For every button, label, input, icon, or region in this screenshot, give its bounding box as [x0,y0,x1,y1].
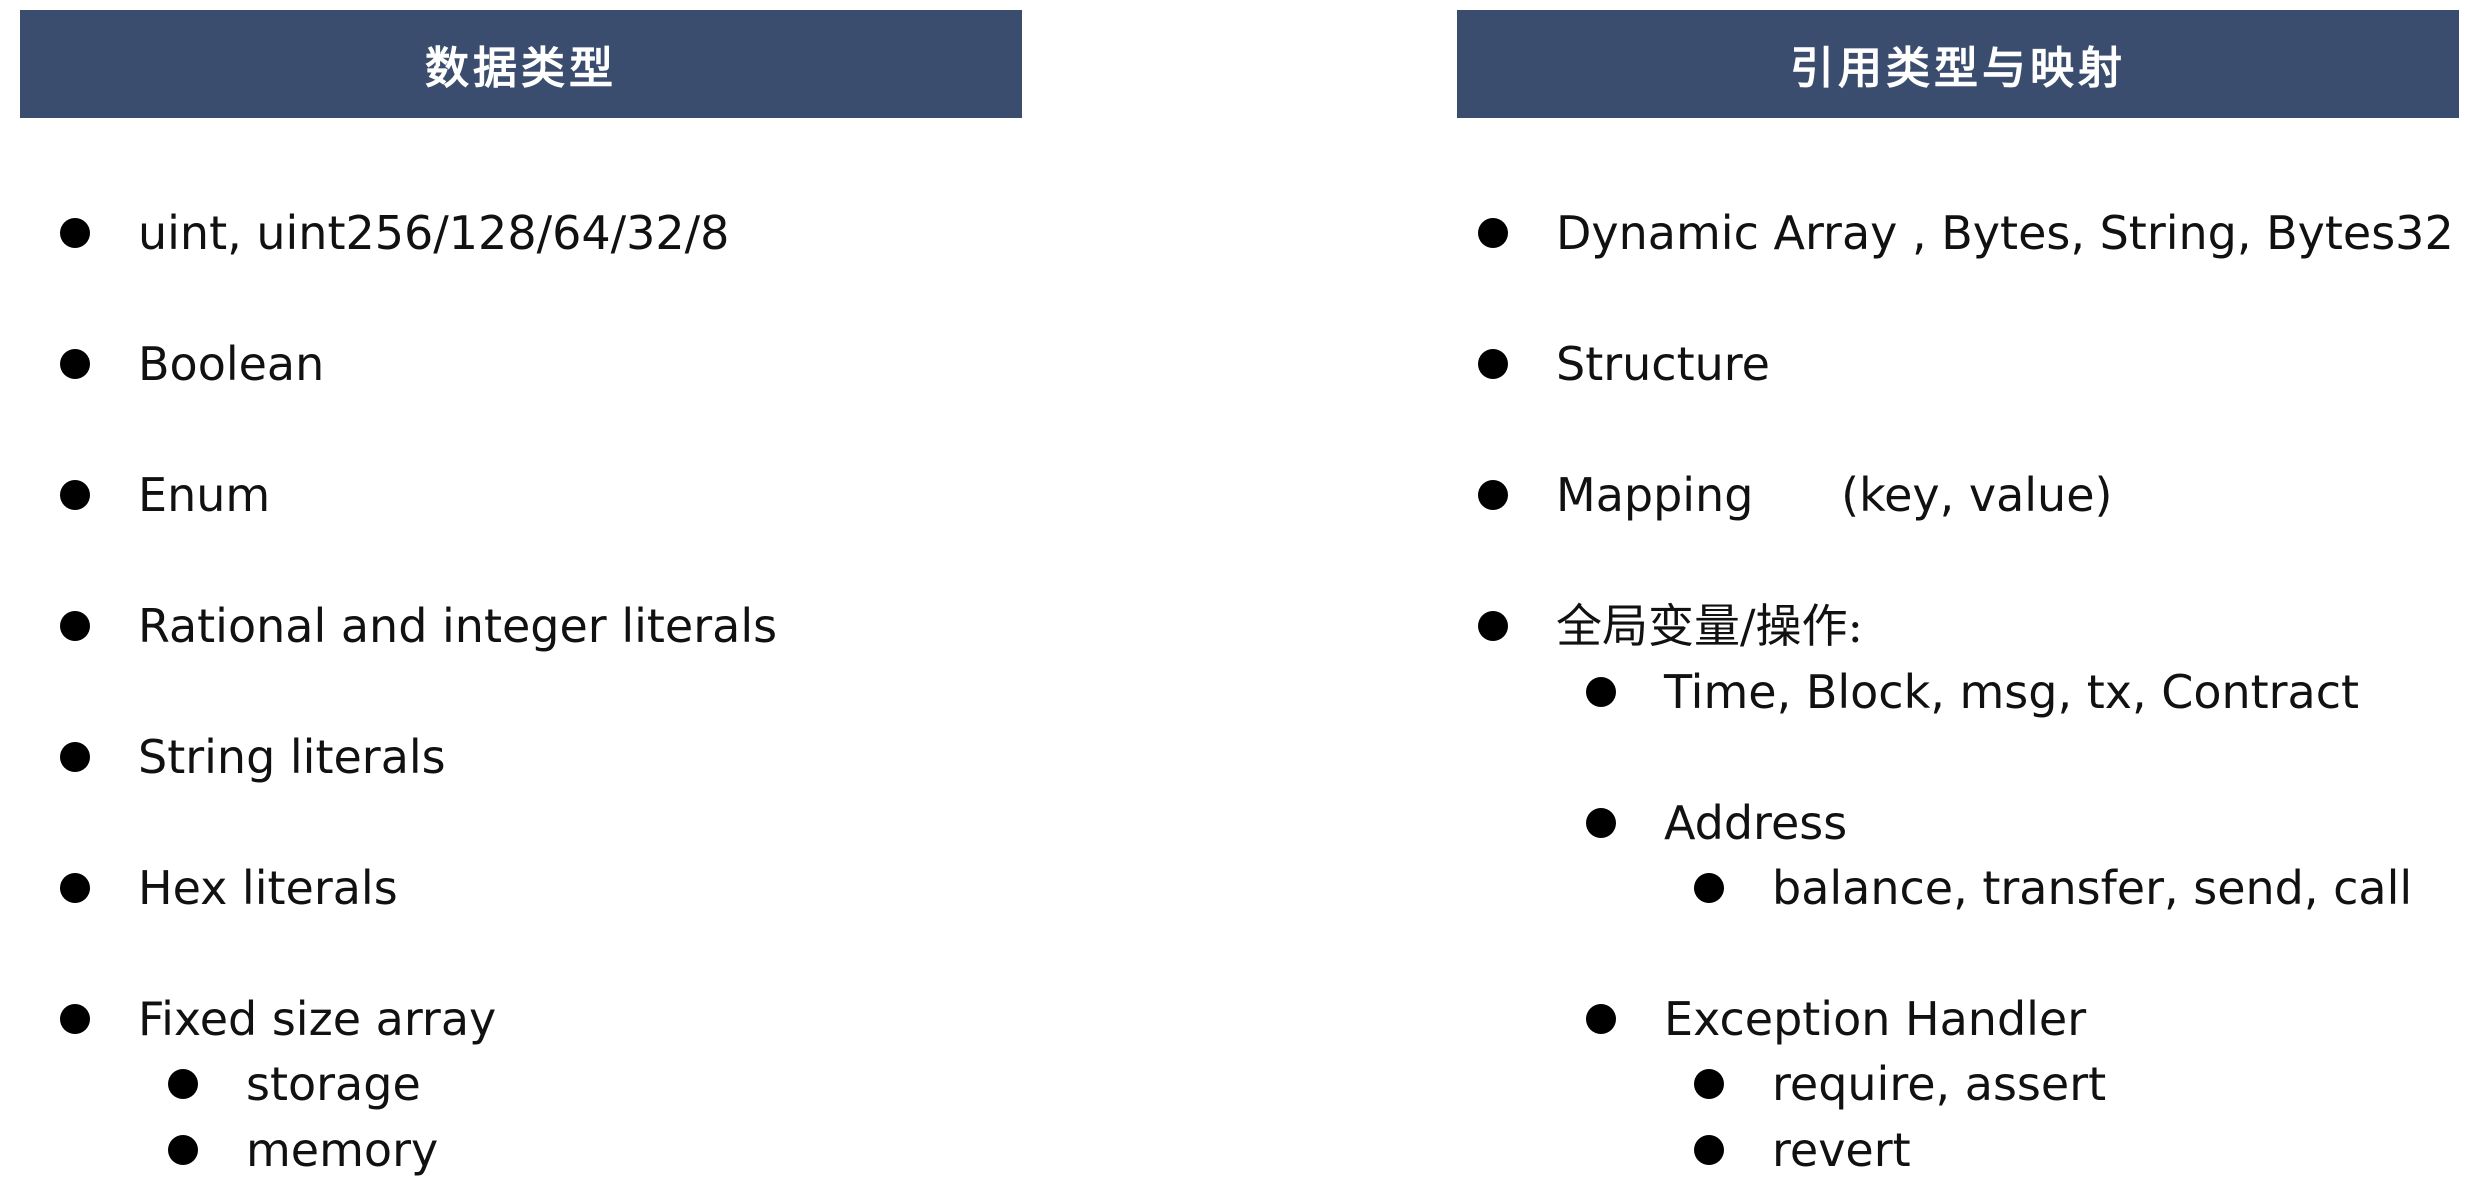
list-item: Dynamic Array , Bytes, String, Bytes32 [1478,203,2454,263]
bullet-icon [1586,808,1616,838]
list-item-label: Exception Handler [1664,992,2087,1046]
list-item: Fixed size array [60,989,496,1049]
bullet-icon [60,349,90,379]
list-item-label: storage [246,1057,421,1111]
list-item: Address [1586,793,1847,853]
list-item-label: Address [1664,796,1848,850]
list-item: memory [168,1120,438,1180]
list-item-label: memory [246,1123,439,1177]
bullet-icon [168,1069,198,1099]
list-item: storage [168,1054,421,1114]
left-header: 数据类型 [20,10,1022,118]
list-item: balance, transfer, send, call [1694,858,2412,918]
bullet-icon [1478,218,1508,248]
list-item: Hex literals [60,858,398,918]
bullet-icon [1478,480,1508,510]
bullet-icon [1694,1069,1724,1099]
list-item-label: Dynamic Array , Bytes, String, Bytes32 [1556,206,2454,260]
list-item: Boolean [60,334,324,394]
list-item-label: Fixed size array [138,992,497,1046]
bullet-icon [1478,349,1508,379]
bullet-icon [1586,677,1616,707]
bullet-icon [60,873,90,903]
bullet-icon [1694,873,1724,903]
list-item-label: String literals [138,730,446,784]
list-item: Time, Block, msg, tx, Contract [1586,662,2359,722]
bullet-icon [60,1004,90,1034]
list-item-label: Structure [1556,337,1770,391]
bullet-icon [168,1135,198,1165]
list-item: Exception Handler [1586,989,2086,1049]
list-item-label: Rational and integer literals [138,599,778,653]
right-header-title: 引用类型与映射 [1790,43,2126,94]
list-item: Structure [1478,334,1770,394]
list-item: revert [1694,1120,1911,1180]
list-item-label: Hex literals [138,861,398,915]
list-item-label: Enum [138,468,271,522]
list-item: require, assert [1694,1054,2106,1114]
list-item: String literals [60,727,446,787]
list-item-label: Boolean [138,337,325,391]
list-item: Mapping (key, value) [1478,465,2112,525]
list-item: Rational and integer literals [60,596,777,656]
list-item-label: require, assert [1772,1057,2107,1111]
list-item-label: Time, Block, msg, tx, Contract [1664,665,2360,719]
list-item: Enum [60,465,270,525]
list-item-label: 全局变量/操作: [1556,599,1863,653]
list-item-label: revert [1772,1123,1911,1177]
list-item-label: Mapping (key, value) [1556,468,2113,522]
list-item-label: uint, uint256/128/64/32/8 [138,206,730,260]
list-item: uint, uint256/128/64/32/8 [60,203,729,263]
bullet-icon [60,611,90,641]
list-item: 全局变量/操作: [1478,596,1863,656]
left-header-title: 数据类型 [425,43,617,94]
bullet-icon [1694,1135,1724,1165]
bullet-icon [60,742,90,772]
list-item-label: balance, transfer, send, call [1772,861,2413,915]
bullet-icon [1478,611,1508,641]
bullet-icon [1586,1004,1616,1034]
bullet-icon [60,218,90,248]
bullet-icon [60,480,90,510]
right-header: 引用类型与映射 [1457,10,2459,118]
